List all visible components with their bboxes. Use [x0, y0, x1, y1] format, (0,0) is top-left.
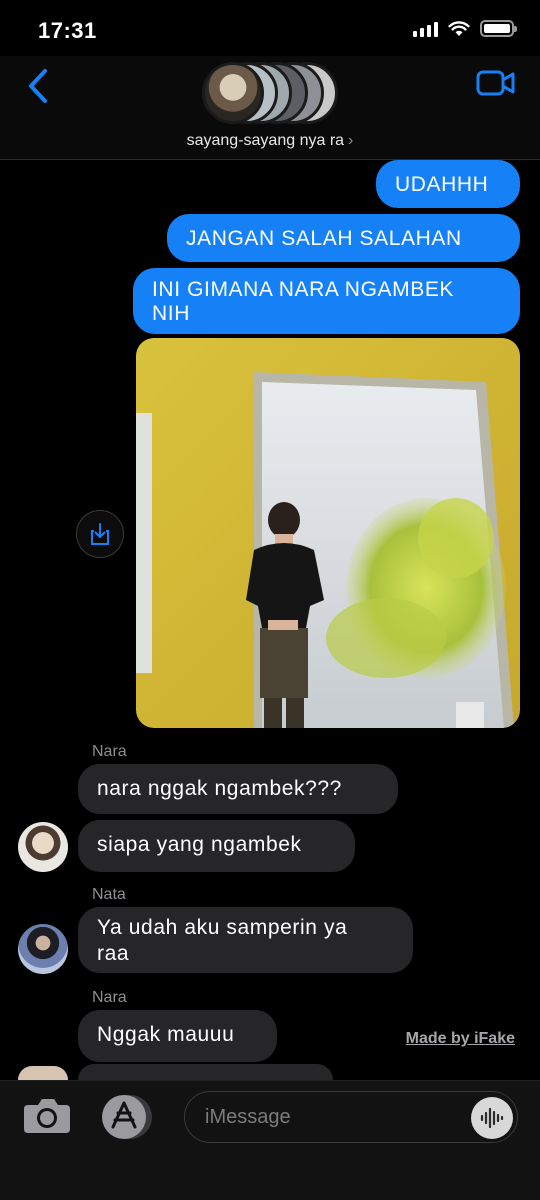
status-icons	[413, 20, 517, 37]
audio-message-button[interactable]	[471, 1097, 513, 1139]
avatar[interactable]	[18, 924, 68, 974]
input-placeholder: iMessage	[205, 1106, 291, 1128]
message-text-line: Ya udah aku samperin ya	[97, 916, 348, 939]
app-store-button[interactable]	[100, 1093, 152, 1141]
sender-name: Nara	[92, 743, 127, 760]
video-call-button[interactable]	[476, 68, 516, 98]
wifi-icon	[448, 20, 470, 36]
received-message-partial	[78, 1064, 333, 1080]
sender-name: Nara	[92, 989, 127, 1006]
group-name[interactable]: sayang-sayang nya ra ›	[0, 132, 540, 150]
message-text: nara nggak ngambek???	[97, 777, 342, 800]
sent-message[interactable]: INI GIMANA NARA NGAMBEK NIH	[133, 268, 520, 334]
video-camera-icon	[476, 70, 515, 96]
imessage-input[interactable]: iMessage	[184, 1091, 518, 1143]
received-message[interactable]: siapa yang ngambek	[78, 820, 355, 872]
cellular-signal-icon	[413, 21, 438, 37]
app-store-icon	[102, 1095, 152, 1139]
chevron-right-icon: ›	[348, 132, 354, 149]
group-name-label: sayang-sayang nya ra	[186, 132, 345, 149]
received-message[interactable]: Ya udah aku samperin ya raa	[78, 907, 413, 973]
photo-image	[136, 338, 520, 728]
save-photo-button[interactable]	[76, 510, 124, 558]
sent-message[interactable]: UDAHHH	[376, 160, 520, 208]
message-text-line: NIH	[152, 302, 190, 325]
sender-name: Nata	[92, 886, 126, 903]
watermark: Made by iFake	[405, 1030, 515, 1047]
message-text: JANGAN SALAH SALAHAN	[186, 227, 462, 250]
message-text: siapa yang ngambek	[97, 833, 302, 856]
message-text-line: raa	[97, 942, 130, 965]
message-text: UDAHHH	[395, 173, 489, 196]
battery-icon	[480, 20, 517, 37]
status-bar: 17:31	[0, 0, 540, 60]
chevron-left-icon	[29, 69, 47, 103]
group-avatar-stack[interactable]	[202, 62, 342, 124]
sent-message[interactable]: JANGAN SALAH SALAHAN	[167, 214, 520, 262]
avatar[interactable]	[18, 822, 68, 872]
message-text: Nggak mauuu	[97, 1023, 235, 1046]
received-message[interactable]: Nggak mauuu	[78, 1010, 277, 1062]
group-avatar-main	[202, 62, 264, 124]
sent-photo[interactable]	[136, 338, 520, 728]
conversation-header: sayang-sayang nya ra ›	[0, 56, 540, 160]
camera-icon	[24, 1099, 70, 1133]
status-time: 17:31	[38, 18, 97, 43]
download-icon	[91, 523, 109, 545]
message-text-line: INI GIMANA NARA NGAMBEK	[152, 278, 455, 301]
back-button[interactable]	[18, 64, 58, 108]
received-message[interactable]: nara nggak ngambek???	[78, 764, 398, 814]
camera-button[interactable]	[22, 1095, 74, 1139]
compose-bar: iMessage	[0, 1080, 540, 1200]
avatar	[18, 1066, 68, 1080]
audio-waveform-icon	[480, 1107, 504, 1129]
